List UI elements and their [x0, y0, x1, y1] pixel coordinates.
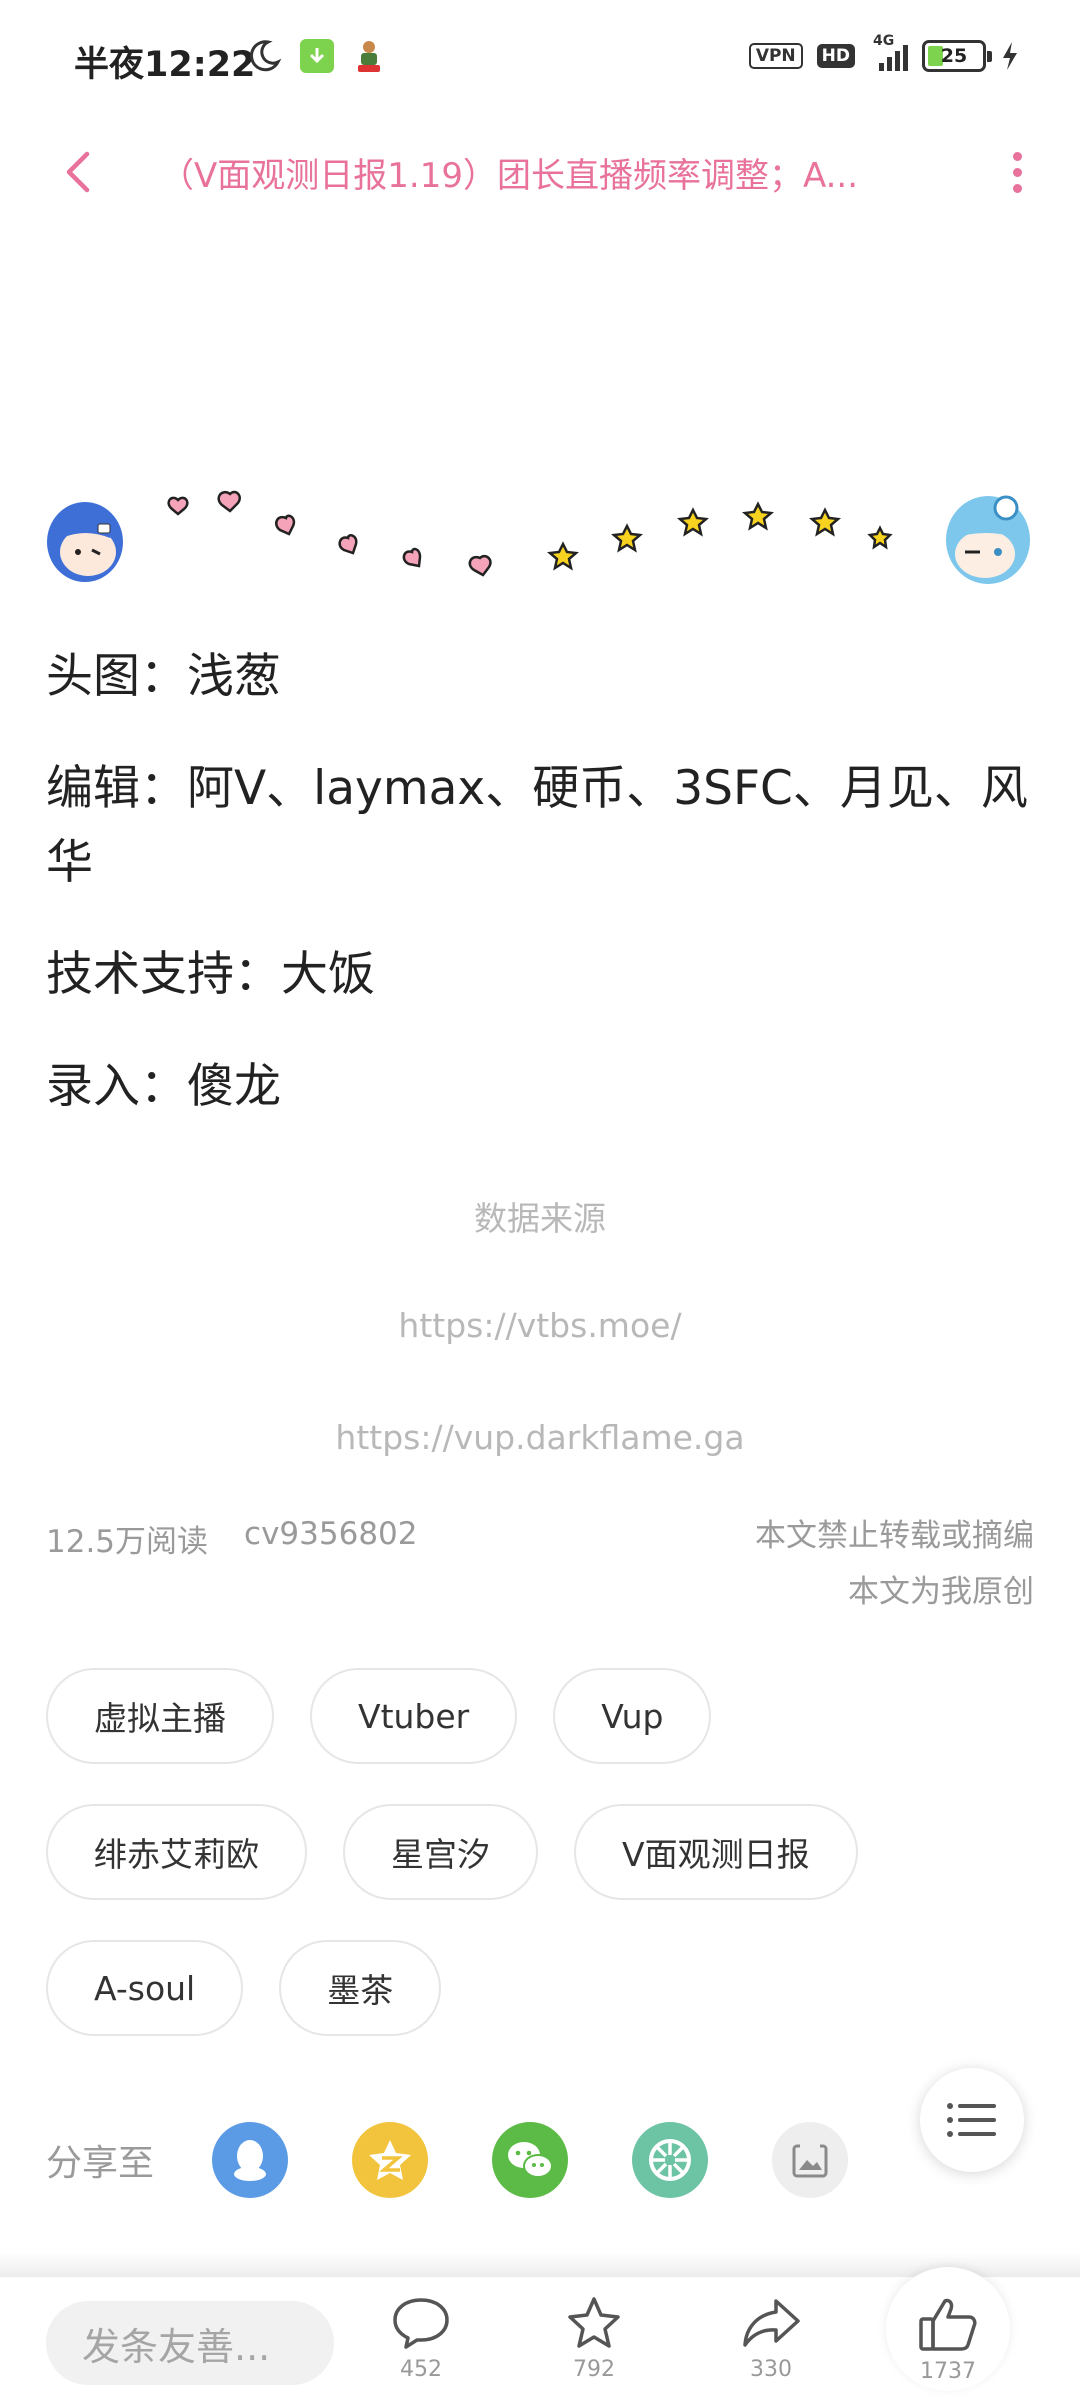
- like-button[interactable]: 1737: [893, 2295, 1003, 2395]
- right-mascot-icon: [946, 495, 1030, 584]
- status-bar: 半夜12:22 VPN HD 4G 25: [0, 0, 1080, 118]
- tag-chip[interactable]: 绯赤艾莉欧: [46, 1804, 307, 1900]
- signal-icon: 4G: [869, 33, 908, 71]
- battery-level: 25: [940, 45, 968, 67]
- tag-row: 绯赤艾莉欧 星宫汐 V面观测日报: [46, 1804, 1036, 1900]
- favorite-count: 792: [573, 2357, 615, 2382]
- comment-icon: [393, 2298, 449, 2349]
- favorite-button[interactable]: 792: [539, 2295, 649, 2395]
- credits-section: 头图：浅葱 编辑：阿V、laymax、硬币、3SFC、月见、风华 技术支持：大饭…: [46, 640, 1036, 1162]
- share-arrow-icon: [743, 2299, 800, 2347]
- tag-chip[interactable]: 墨茶: [279, 1940, 442, 2036]
- view-count: 12.5万阅读: [46, 1524, 209, 1560]
- charging-icon: [1003, 42, 1017, 70]
- comment-input[interactable]: 发条友善...: [46, 2301, 334, 2385]
- tag-chip[interactable]: Vtuber: [310, 1668, 518, 1764]
- tag-row: A-soul 墨茶: [46, 1940, 1036, 2036]
- source-link-vtbs[interactable]: https://vtbs.moe/: [0, 1306, 1080, 1345]
- wechat-icon[interactable]: [492, 2122, 569, 2198]
- data-source-label: 数据来源: [474, 1199, 606, 1238]
- credit-tech-support: 技术支持：大饭: [46, 947, 375, 1002]
- tag-chip[interactable]: Vup: [553, 1668, 712, 1764]
- qzone-icon[interactable]: [352, 2122, 429, 2198]
- moments-icon[interactable]: [632, 2122, 709, 2198]
- comment-button[interactable]: 452: [366, 2295, 476, 2395]
- poster-icon[interactable]: [772, 2122, 849, 2198]
- no-repost-notice: 本文禁止转载或摘编: [755, 1518, 1034, 1554]
- hd-icon: HD: [816, 44, 855, 68]
- decorative-divider: [47, 490, 1030, 584]
- battery-icon: 25: [922, 40, 992, 72]
- download-icon: [300, 39, 334, 73]
- thumbs-up-icon: [919, 2298, 977, 2351]
- like-count: 1737: [920, 2359, 976, 2384]
- tag-chip[interactable]: 虚拟主播: [46, 1668, 274, 1764]
- tag-list: 虚拟主播 Vtuber Vup 绯赤艾莉欧 星宫汐 V面观测日报 A-soul …: [46, 1668, 1036, 2076]
- qq-icon[interactable]: [212, 2122, 289, 2198]
- moon-icon: [249, 40, 282, 72]
- bottom-action-bar: 发条友善... 452 792 330 1737: [0, 2267, 1080, 2400]
- tag-chip[interactable]: A-soul: [46, 1940, 244, 2036]
- network-label: 4G: [873, 33, 895, 49]
- original-notice: 本文为我原创: [848, 1574, 1034, 1610]
- share-button[interactable]: 330: [716, 2295, 826, 2395]
- status-right-icons: VPN HD 4G 25: [748, 33, 1020, 72]
- share-label: 分享至: [46, 2143, 155, 2184]
- article-meta: 12.5万阅读 cv9356802: [46, 1516, 417, 1561]
- source-link-darkflame[interactable]: https://vup.darkflame.ga: [0, 1418, 1080, 1457]
- app-notification-icon: [358, 41, 380, 72]
- bottom-bar-shadow: [0, 2252, 1080, 2276]
- chevron-left-icon: [66, 151, 90, 193]
- credit-input: 录入：傻龙: [46, 1059, 281, 1114]
- tag-chip[interactable]: V面观测日报: [574, 1804, 858, 1900]
- vpn-icon: VPN: [748, 43, 803, 69]
- page-title: （V面观测日报1.19）团长直播频率调整；A...: [160, 156, 859, 196]
- tag-chip[interactable]: 星宫汐: [343, 1804, 538, 1900]
- tag-row: 虚拟主播 Vtuber Vup: [46, 1668, 1036, 1764]
- list-icon: [947, 2103, 996, 2137]
- share-targets: [212, 2122, 849, 2198]
- status-left-icons: [246, 38, 386, 74]
- comment-count: 452: [400, 2357, 442, 2382]
- credit-head-image: 头图：浅葱: [46, 649, 281, 704]
- article-header: （V面观测日报1.19）团长直播频率调整；A...: [0, 118, 1080, 226]
- share-count: 330: [750, 2357, 792, 2382]
- article-id: cv9356802: [244, 1516, 418, 1552]
- more-options-button[interactable]: [992, 144, 1042, 200]
- left-mascot-icon: [47, 502, 123, 582]
- share-section: 分享至: [46, 2118, 1046, 2202]
- credit-editors: 编辑：阿V、laymax、硬币、3SFC、月见、风华: [46, 761, 1028, 890]
- star-icon: [568, 2297, 620, 2348]
- table-of-contents-button[interactable]: [920, 2068, 1024, 2172]
- back-button[interactable]: [50, 144, 106, 200]
- copyright-notice: 本文禁止转载或摘编 本文为我原创: [755, 1508, 1034, 1620]
- status-time: 半夜12:22: [74, 45, 256, 85]
